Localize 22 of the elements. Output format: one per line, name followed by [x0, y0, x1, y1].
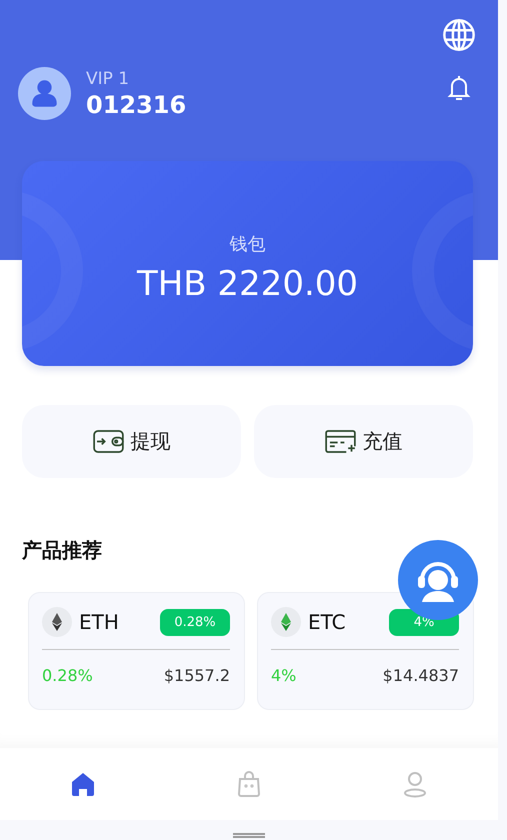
vip-level: VIP 1: [86, 68, 130, 88]
coin-symbol: ETC: [308, 610, 347, 634]
coin-price: $14.4837: [382, 666, 459, 685]
withdraw-button[interactable]: 提现: [22, 405, 241, 478]
wallet-balance: THB 2220.00: [136, 264, 358, 304]
avatar-icon: [18, 67, 71, 120]
user-id: 012316: [86, 90, 188, 118]
home-indicator: [233, 833, 265, 838]
change-badge: 0.28%: [160, 608, 230, 636]
wallet-label: 钱包: [230, 232, 266, 256]
home-icon[interactable]: [69, 770, 97, 798]
coin-symbol: ETH: [79, 610, 120, 634]
coin-price: $1557.2: [164, 666, 230, 685]
card-icon: [324, 430, 356, 453]
globe-icon[interactable]: [442, 18, 476, 52]
section-title: 产品推荐: [22, 537, 103, 564]
change-percent: 0.28%: [42, 666, 93, 685]
product-card[interactable]: ETH 0.28% 0.28% $1557.2: [28, 592, 245, 710]
deposit-button[interactable]: 充值: [254, 405, 473, 478]
change-percent: 4%: [271, 666, 296, 685]
bell-icon[interactable]: [447, 74, 471, 102]
wallet-icon: [92, 430, 124, 453]
